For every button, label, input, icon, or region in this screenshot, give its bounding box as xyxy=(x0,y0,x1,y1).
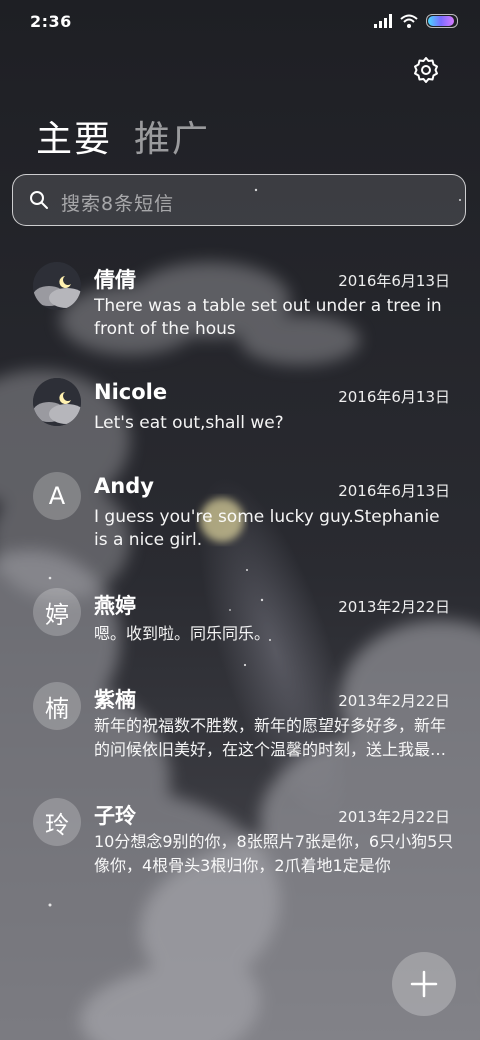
message-preview: 新年的祝福数不胜数，新年的愿望好多好多，新年的问候依旧美好，在这个温馨的时刻，送… xyxy=(94,716,447,759)
wifi-icon xyxy=(400,14,418,28)
message-date: 2016年6月13日 xyxy=(338,272,450,290)
conversation-item[interactable]: 倩倩 2016年6月13日 There was a table set out … xyxy=(0,262,480,358)
message-date: 2013年2月22日 xyxy=(338,692,450,710)
battery-icon xyxy=(426,14,458,28)
tab-promotions[interactable]: 推广 xyxy=(134,110,210,162)
avatar xyxy=(33,262,81,310)
message-date: 2013年2月22日 xyxy=(338,598,450,616)
avatar: A xyxy=(33,472,81,520)
gear-icon[interactable] xyxy=(412,56,440,84)
message-preview: I guess you're some lucky guy.Stephanie … xyxy=(94,507,440,550)
signal-icon xyxy=(374,14,392,28)
message-preview: There was a table set out under a tree i… xyxy=(94,296,442,339)
tab-primary[interactable]: 主要 xyxy=(36,110,112,162)
contact-name: 倩倩 xyxy=(94,268,136,292)
conversation-item[interactable]: 楠 紫楠 2013年2月22日 新年的祝福数不胜数，新年的愿望好多好多，新年的问… xyxy=(0,682,480,778)
search-placeholder: 搜索8条短信 xyxy=(61,193,175,215)
avatar xyxy=(33,378,81,426)
contact-name: Andy xyxy=(94,474,154,498)
message-date: 2016年6月13日 xyxy=(338,388,450,406)
conversation-item[interactable]: 婷 燕婷 2013年2月22日 嗯。收到啦。同乐同乐。 xyxy=(0,588,480,660)
message-preview: 10分想念9别的你，8张照片7张是你，6只小狗5只像你，4根骨头3根归你，2爪着… xyxy=(94,832,454,875)
avatar-photo xyxy=(33,378,81,426)
contact-name: 子玲 xyxy=(94,804,136,828)
status-bar: 2:36 xyxy=(0,0,480,44)
plus-icon xyxy=(410,970,438,998)
message-date: 2013年2月22日 xyxy=(338,808,450,826)
avatar: 玲 xyxy=(33,798,81,846)
status-icons xyxy=(374,14,458,28)
contact-name: 紫楠 xyxy=(94,688,136,712)
contact-name: 燕婷 xyxy=(94,594,136,618)
battery-fill xyxy=(428,16,454,26)
search-icon xyxy=(30,191,48,209)
tab-bar: 主要 推广 xyxy=(36,110,210,162)
status-time: 2:36 xyxy=(30,12,72,31)
conversation-item[interactable]: Nicole 2016年6月13日 Let's eat out,shall we… xyxy=(0,378,480,450)
conversation-item[interactable]: A Andy 2016年6月13日 I guess you're some lu… xyxy=(0,472,480,568)
avatar: 婷 xyxy=(33,588,81,636)
avatar: 楠 xyxy=(33,682,81,730)
message-preview: Let's eat out,shall we? xyxy=(94,413,284,433)
conversation-item[interactable]: 玲 子玲 2013年2月22日 10分想念9别的你，8张照片7张是你，6只小狗5… xyxy=(0,798,480,894)
message-preview: 嗯。收到啦。同乐同乐。 xyxy=(94,624,271,643)
new-message-button[interactable] xyxy=(392,952,456,1016)
contact-name: Nicole xyxy=(94,380,168,404)
avatar-photo xyxy=(33,262,81,310)
message-date: 2016年6月13日 xyxy=(338,482,450,500)
search-input[interactable]: 搜索8条短信 xyxy=(12,174,466,226)
